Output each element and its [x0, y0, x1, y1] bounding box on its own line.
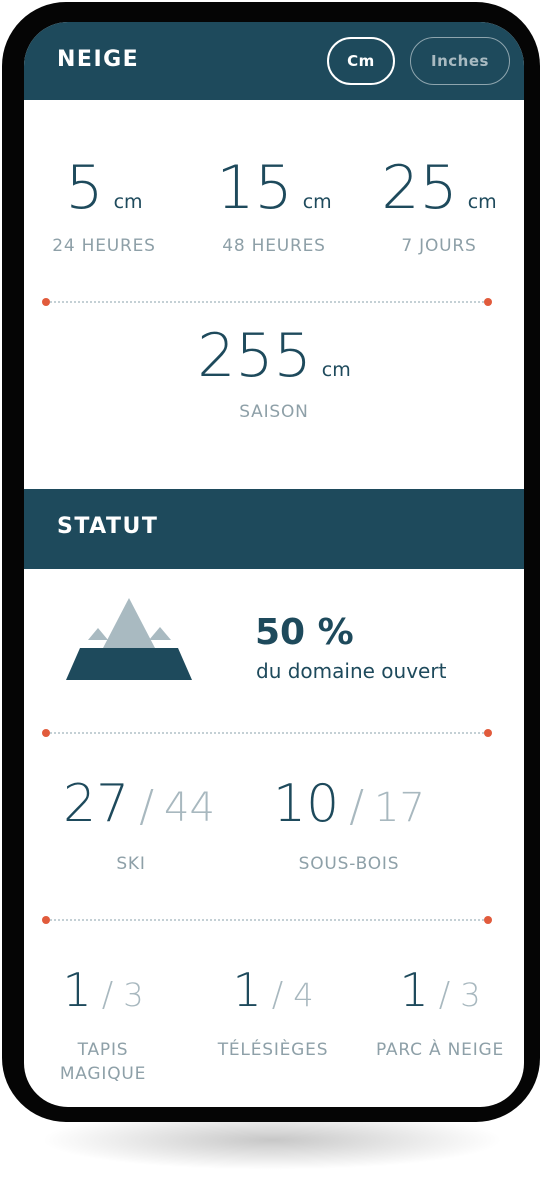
mountain-icon: [66, 598, 192, 680]
trail-total-count: 17: [374, 785, 425, 831]
divider-dot: [484, 298, 492, 306]
snowfall-label: 7 JOURS: [401, 236, 477, 256]
divider: [46, 919, 488, 921]
lift-label-line: PARC À NEIGE: [375, 1040, 505, 1060]
fraction-slash: /: [139, 781, 155, 832]
trails-glades: 10/17 SOUS-BOIS: [254, 774, 444, 874]
status-title: STATUT: [57, 514, 159, 539]
phone-frame: NEIGE Cm Inches 5 cm 24 HEURES 15 cm 48 HE…: [2, 2, 540, 1122]
lift-total-count: 4: [293, 976, 314, 1014]
trail-total-count: 44: [164, 785, 215, 831]
snow-title: NEIGE: [57, 47, 140, 72]
season-label: SAISON: [239, 402, 309, 422]
lift-label-line: TAPIS: [77, 1040, 129, 1060]
app-screen: NEIGE Cm Inches 5 cm 24 HEURES 15 cm 48 HE…: [24, 22, 524, 1107]
lift-total-count: 3: [460, 976, 481, 1014]
snowfall-value: 15: [216, 153, 293, 223]
lift-total-count: 3: [123, 976, 144, 1014]
fraction-slash: /: [271, 975, 284, 1015]
lift-label-line: MAGIQUE: [59, 1064, 147, 1084]
trails-ski: 27/44 SKI: [24, 774, 254, 874]
snowfall-season: 255 cm SAISON: [154, 324, 394, 422]
lift-label: TÉLÉSIÈGES: [190, 1038, 356, 1062]
divider-dot: [42, 916, 50, 924]
divider: [46, 301, 488, 303]
lift-magic-carpet: 1/3 TAPIS MAGIQUE: [24, 964, 182, 1086]
divider: [46, 732, 488, 734]
snowfall-value: 5: [65, 153, 104, 223]
lift-label: TAPIS MAGIQUE: [24, 1038, 182, 1086]
trail-open-count: 10: [273, 774, 340, 834]
domain-open-caption: du domaine ouvert: [256, 659, 447, 683]
season-unit: cm: [321, 359, 351, 381]
lift-chairlifts: 1/4 TÉLÉSIÈGES: [190, 964, 356, 1062]
lift-label-line: TÉLÉSIÈGES: [217, 1040, 329, 1060]
status-header: STATUT: [24, 489, 524, 569]
trail-label: SKI: [116, 854, 146, 874]
fraction-slash: /: [101, 975, 114, 1015]
snowfall-value: 25: [381, 153, 458, 223]
trail-open-count: 27: [63, 774, 130, 834]
fraction-slash: /: [438, 975, 451, 1015]
divider-dot: [42, 729, 50, 737]
snowfall-label: 24 HEURES: [52, 236, 156, 256]
unit-inches-button[interactable]: Inches: [410, 37, 510, 85]
divider-dot: [484, 916, 492, 924]
lift-label: PARC À NEIGE: [362, 1038, 518, 1062]
snowfall-unit: cm: [302, 191, 332, 213]
snow-header: NEIGE Cm Inches: [24, 22, 524, 100]
domain-open-percent: 50 %: [255, 612, 354, 653]
divider-dot: [42, 298, 50, 306]
divider-dot: [484, 729, 492, 737]
snowfall-24h: 5 cm 24 HEURES: [24, 156, 184, 256]
unit-cm-button[interactable]: Cm: [327, 37, 395, 85]
season-value: 255: [197, 321, 312, 391]
snowfall-label: 48 HEURES: [222, 236, 326, 256]
snowfall-unit: cm: [467, 191, 497, 213]
snowfall-7d: 25 cm 7 JOURS: [359, 156, 519, 256]
trail-label: SOUS-BOIS: [298, 854, 400, 874]
lift-open-count: 1: [232, 963, 262, 1017]
lift-terrain-park: 1/3 PARC À NEIGE: [362, 964, 518, 1062]
snowfall-unit: cm: [113, 191, 143, 213]
fraction-slash: /: [349, 781, 365, 832]
snowfall-48h: 15 cm 48 HEURES: [189, 156, 359, 256]
lift-open-count: 1: [62, 963, 92, 1017]
lift-open-count: 1: [399, 963, 429, 1017]
